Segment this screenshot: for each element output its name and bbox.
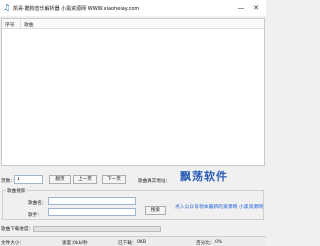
song-list[interactable]: 序号 歌曲	[1, 18, 265, 166]
singer-input[interactable]	[48, 208, 136, 216]
music-note-icon: ♫	[3, 3, 11, 12]
column-divider	[20, 19, 21, 29]
join-link[interactable]: 点入公众号领本最新的资源网	[175, 203, 237, 210]
watermark: 飘荡软件	[180, 170, 228, 183]
song-name-label: 歌曲名：	[28, 201, 47, 206]
title-bar: ♫ 凯哥·酷狗音乐解析器 小黑资源网 WWW.xiaoheiay.com — ✕	[0, 0, 266, 16]
real-address-label: 歌曲真实地址：	[138, 179, 171, 184]
page-label: 页数：	[1, 179, 15, 184]
downloaded-label: 已下载：	[118, 241, 137, 246]
page-input[interactable]	[14, 175, 43, 184]
status-bar: 文件大小： 速度： 0kb/秒 已下载： 0KB 百分比： 0%	[0, 236, 266, 246]
singer-label: 歌手：	[28, 213, 42, 218]
minimize-button[interactable]: —	[236, 3, 246, 13]
list-header: 序号 歌曲	[2, 19, 264, 29]
song-search-group: 歌曲搜索 歌曲名： 歌手： 搜索 点入公众号领本最新的资源网 小黑资源网	[2, 188, 264, 220]
jump-page-button[interactable]: 翻页	[49, 175, 71, 184]
site-link[interactable]: 小黑资源网	[239, 203, 263, 210]
download-progress-label: 歌曲下载进度：	[1, 227, 34, 232]
prev-page-button[interactable]: 上一页	[73, 175, 97, 184]
downloaded-value: 0KB	[137, 240, 147, 245]
download-progress-bar	[33, 226, 161, 232]
next-page-button[interactable]: 下一页	[102, 175, 126, 184]
file-size-label: 文件大小：	[1, 241, 24, 246]
percent-value: 0%	[215, 240, 223, 245]
window-title: 凯哥·酷狗音乐解析器 小黑资源网 WWW.xiaoheiay.com	[13, 6, 140, 12]
search-group-title: 歌曲搜索	[6, 188, 27, 194]
column-header-song[interactable]: 歌曲	[24, 21, 34, 28]
percent-label: 百分比：	[196, 241, 215, 246]
search-button[interactable]: 搜索	[145, 206, 166, 215]
controls-panel: 页数： 翻页 上一页 下一页 歌曲真实地址： 飘荡软件 歌曲搜索 歌曲名： 歌手…	[0, 166, 266, 246]
column-header-index[interactable]: 序号	[5, 21, 15, 28]
song-name-input[interactable]	[48, 197, 136, 205]
close-button[interactable]: ✕	[251, 3, 261, 13]
speed-value: 0kb/秒	[73, 241, 88, 246]
